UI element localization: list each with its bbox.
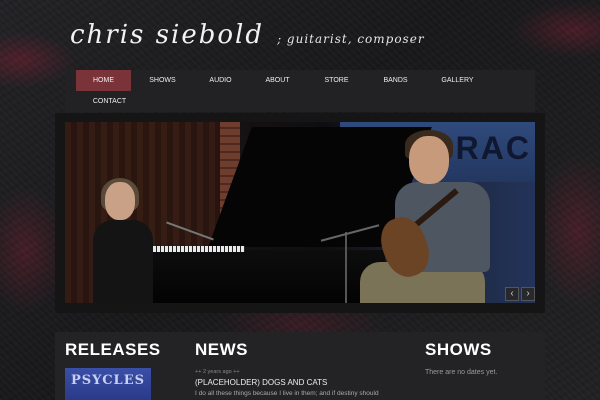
- news-timestamp: ++ 2 years ago ++: [195, 369, 240, 375]
- site-name: chris siebold: [70, 20, 264, 50]
- pianist-head: [105, 182, 135, 220]
- release-cover-text: PSYCLES: [71, 373, 145, 388]
- chevron-left-icon[interactable]: ‹: [505, 287, 519, 301]
- nav-item-contact[interactable]: Contact: [82, 91, 137, 112]
- mic-stand: [345, 232, 347, 303]
- nav-item-store[interactable]: Store: [309, 70, 364, 91]
- main-nav: Home Shows Audio About Store Bands Galle…: [65, 70, 535, 112]
- site-logo[interactable]: chris siebold ; guitarist, composer: [70, 20, 425, 50]
- nav-item-audio[interactable]: Audio: [193, 70, 248, 91]
- shows-title: SHOWS: [425, 340, 492, 359]
- nav-item-shows[interactable]: Shows: [135, 70, 190, 91]
- news-post-link[interactable]: (PLACEHOLDER) DOGS AND CATS: [195, 378, 327, 387]
- guitarist-head: [409, 136, 449, 184]
- nav-item-home[interactable]: Home: [76, 70, 131, 91]
- news-excerpt: I do all these things because I live in …: [195, 390, 379, 397]
- chevron-right-icon[interactable]: ›: [521, 287, 535, 301]
- pianist-body: [93, 220, 153, 303]
- nav-item-gallery[interactable]: Gallery: [430, 70, 485, 91]
- shows-empty-message: There are no dates yet.: [425, 369, 498, 376]
- nav-item-bands[interactable]: Bands: [368, 70, 423, 91]
- hero-slider-image: RAC: [65, 122, 535, 303]
- stage-banner-text: RAC: [455, 130, 531, 166]
- nav-item-about[interactable]: About: [250, 70, 305, 91]
- news-title: NEWS: [195, 340, 248, 359]
- releases-title: RELEASES: [65, 340, 161, 359]
- site-tagline: ; guitarist, composer: [277, 32, 425, 46]
- release-cover[interactable]: PSYCLES: [65, 368, 151, 400]
